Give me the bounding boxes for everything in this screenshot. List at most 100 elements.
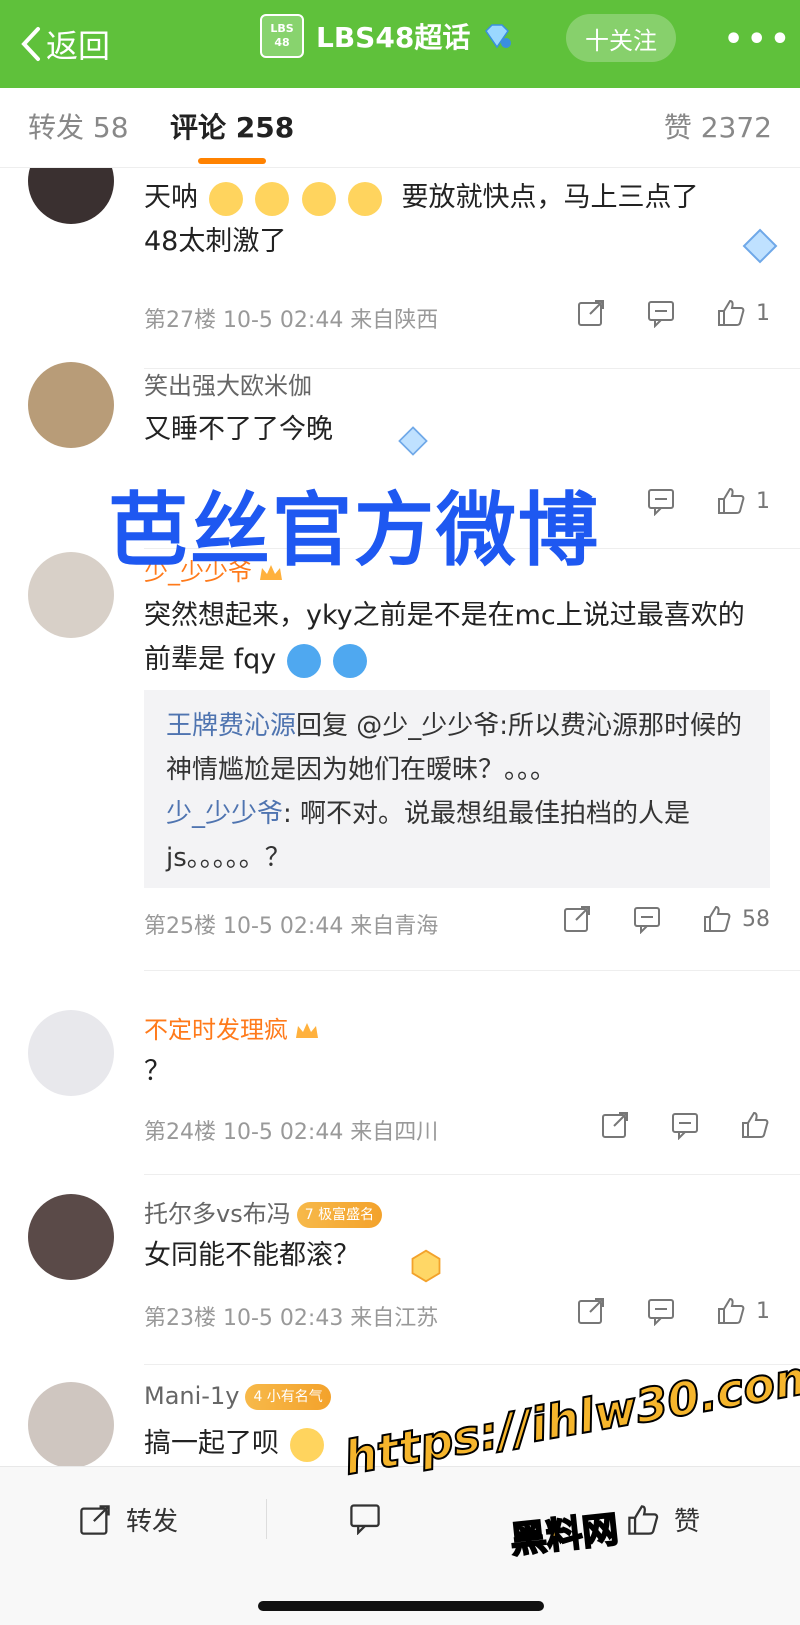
emoji-icon (255, 181, 290, 216)
comment-text-part1: 天呐 (144, 182, 198, 213)
comment-actions: 1 (646, 486, 770, 516)
comment-meta: 第24楼 10-5 02:44 来自四川 (144, 1120, 439, 1145)
comment-meta: 第25楼 10-5 02:44 来自青海 (144, 914, 439, 939)
sparkle-badge-icon (411, 1249, 441, 1283)
reply-item: 少_少少爷: 啊不对。说最想组最佳拍档的人是js。。。。。？ (166, 792, 748, 880)
comment-icon[interactable] (632, 904, 662, 934)
logo-text-2: 48 (274, 36, 290, 49)
like-count: 58 (742, 906, 770, 932)
tab-repost[interactable]: 转发 58 (28, 106, 129, 146)
comment-actions (600, 1110, 770, 1140)
like-button[interactable]: 赞 (626, 1501, 700, 1538)
commenter-name-text: Mani-1y (144, 1382, 240, 1410)
diamond-badge-icon (485, 24, 512, 49)
thumbs-up-icon (704, 905, 731, 932)
comment-text: 女同能不能都滚？ (144, 1240, 360, 1271)
divider (144, 970, 800, 971)
comment-text: 突然想起来，yky之前是不是在mc上说过最喜欢的前辈是 fqy (144, 594, 764, 682)
thumbs-up-icon[interactable] (740, 1110, 770, 1140)
emoji-icon (348, 181, 383, 216)
home-indicator[interactable] (258, 1601, 544, 1611)
more-options-icon[interactable]: ••• (724, 22, 794, 57)
like-label: 赞 (674, 1507, 701, 1537)
sparkle-diamond-icon (398, 426, 428, 456)
comment-actions: 58 (562, 904, 770, 934)
reply-author[interactable]: 少_少少爷 (166, 799, 283, 829)
share-icon[interactable] (576, 1296, 606, 1326)
emoji-icon (333, 643, 368, 678)
divider (266, 1499, 267, 1539)
like-button[interactable]: 58 (702, 904, 770, 934)
share-icon[interactable] (576, 298, 606, 328)
like-button[interactable]: 1 (716, 1296, 770, 1326)
divider (144, 1364, 800, 1365)
avatar[interactable] (28, 1010, 114, 1096)
comment-icon[interactable] (670, 1110, 700, 1140)
thumbs-up-icon (718, 1297, 745, 1324)
repost-label: 转发 (126, 1507, 179, 1537)
comment-icon[interactable] (646, 486, 676, 516)
like-count: 1 (756, 488, 770, 514)
level-badge: 7 极富盛名 (296, 1202, 383, 1228)
avatar[interactable] (28, 168, 114, 224)
logo-text-1: LBS (270, 22, 294, 35)
divider (144, 1174, 800, 1175)
share-icon[interactable] (562, 904, 592, 934)
topic-title: LBS48超话 (316, 21, 471, 54)
comment-list[interactable]: 天呐 要放就快点，马上三点了 48太刺激了 第27楼 10-5 02:44 来自… (0, 168, 800, 1468)
commenter-name[interactable]: 笑出强大欧米伽 (144, 366, 312, 401)
tab-bar: 转发 58 评论 258 赞 2372 (0, 88, 800, 168)
thumbs-up-icon (718, 299, 745, 326)
back-label: 返回 (46, 27, 111, 65)
crown-icon (296, 1023, 318, 1038)
commenter-name[interactable]: 不定时发理疯 (144, 1010, 320, 1045)
comment-text-part3: 48太刺激了 (144, 226, 287, 257)
avatar[interactable] (28, 1194, 114, 1280)
comment-meta: 第27楼 10-5 02:44 来自陕西 (144, 308, 439, 333)
commenter-name-text: 不定时发理疯 (144, 1016, 288, 1044)
commenter-name[interactable]: Mani-1y 4 小有名气 (144, 1382, 331, 1410)
comment-text-content: 突然想起来，yky之前是不是在mc上说过最喜欢的前辈是 fqy (144, 600, 745, 675)
emoji-icon (286, 643, 321, 678)
avatar[interactable] (28, 1382, 114, 1468)
commenter-name-text: 托尔多vs布冯 (144, 1200, 291, 1228)
comment-actions: 1 (576, 1296, 770, 1326)
chevron-left-icon (21, 27, 40, 61)
emoji-icon (301, 181, 336, 216)
share-icon[interactable] (600, 1110, 630, 1140)
reply-author[interactable]: 王牌费沁源 (166, 711, 296, 741)
like-count: 1 (756, 1298, 770, 1324)
thumbs-up-icon (628, 1504, 659, 1535)
avatar[interactable] (28, 362, 114, 448)
thumbs-up-icon (718, 487, 745, 514)
comment-actions: 1 (576, 298, 770, 328)
like-button[interactable]: 1 (716, 486, 770, 516)
like-button[interactable]: 1 (716, 298, 770, 328)
sparkle-diamond-icon (742, 228, 778, 264)
top-bar: 返回 LBS 48 LBS48超话 十关注 ••• (0, 0, 800, 88)
reply-box[interactable]: 王牌费沁源回复 @少_少少爷:所以费沁源那时候的神情尴尬是因为她们在暧昧？。。。… (144, 690, 770, 888)
like-count: 1 (756, 300, 770, 326)
comment-text-part2: 要放就快点，马上三点了 (401, 182, 699, 213)
comment-button[interactable] (348, 1501, 382, 1535)
comment-icon[interactable] (646, 1296, 676, 1326)
reply-item: 王牌费沁源回复 @少_少少爷:所以费沁源那时候的神情尴尬是因为她们在暧昧？。。。 (166, 704, 748, 792)
emoji-icon (208, 181, 243, 216)
lbs48-logo: LBS 48 (260, 14, 304, 58)
active-tab-indicator (198, 158, 266, 164)
commenter-name[interactable]: 托尔多vs布冯 7 极富盛名 (144, 1194, 383, 1229)
comment-icon[interactable] (646, 298, 676, 328)
comment-icon (350, 1504, 380, 1535)
tab-likes[interactable]: 赞 2372 (664, 106, 772, 146)
avatar[interactable] (28, 552, 114, 638)
level-badge: 4 小有名气 (245, 1384, 331, 1410)
repost-button[interactable]: 转发 (78, 1501, 178, 1538)
comment-text-content: 搞一起了呗 (144, 1428, 279, 1459)
topic-title-group[interactable]: LBS 48 LBS48超话 (260, 14, 512, 58)
comment-text: ？ (144, 1056, 171, 1087)
back-button[interactable]: 返回 (20, 21, 110, 67)
bottom-action-bar: 转发 赞 (0, 1466, 800, 1625)
emoji-icon (289, 1427, 324, 1462)
follow-button[interactable]: 十关注 (566, 14, 676, 62)
share-icon (80, 1504, 110, 1535)
